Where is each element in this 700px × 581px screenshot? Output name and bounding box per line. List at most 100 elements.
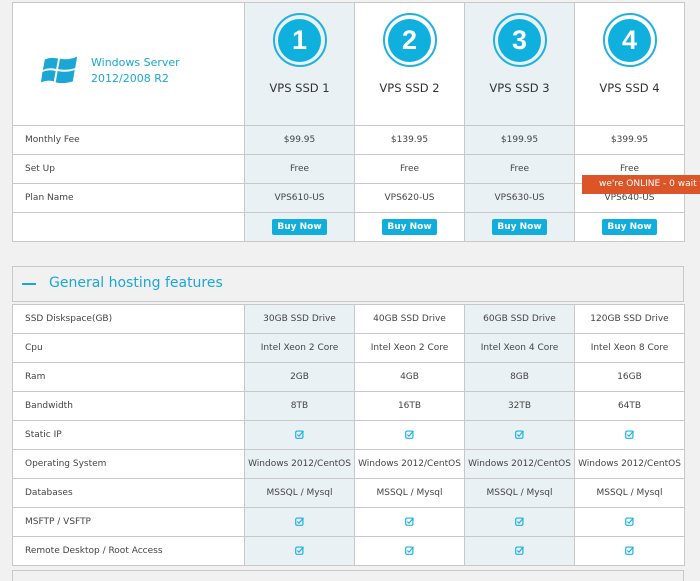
- plan-title: VPS SSD 4: [599, 81, 660, 95]
- checkbox-checked-icon: [515, 517, 524, 526]
- feature-value: 4GB: [354, 362, 465, 392]
- buy-now-button-2[interactable]: Buy Now: [382, 219, 437, 235]
- feature-value: [574, 507, 685, 537]
- feature-label: Operating System: [12, 449, 245, 479]
- feature-value: MSSQL / Mysql: [354, 478, 465, 508]
- buy-row: Buy Now Buy Now Buy Now Buy Now: [12, 212, 685, 242]
- feature-value: 60GB SSD Drive: [464, 304, 575, 334]
- feature-value: 32TB: [464, 391, 575, 421]
- price-cell: $99.95: [244, 125, 355, 155]
- feature-value: [464, 420, 575, 450]
- feature-label: Bandwidth: [12, 391, 245, 421]
- feature-value: MSSQL / Mysql: [464, 478, 575, 508]
- os-cell: Windows Server 2012/2008 R2: [12, 2, 245, 126]
- row-label: Monthly Fee: [12, 125, 245, 155]
- empty-cell: [12, 212, 245, 242]
- plan-number-badge: 1: [272, 13, 327, 67]
- feature-value: Windows 2012/CentOS: [464, 449, 575, 479]
- feature-row: Operating System Windows 2012/CentOS Windo…: [12, 449, 685, 479]
- feature-value: Windows 2012/CentOS: [574, 449, 685, 479]
- feature-label: Cpu: [12, 333, 245, 363]
- feature-row: Remote Desktop / Root Access: [12, 536, 685, 566]
- features-table: SSD Diskspace(GB) 30GB SSD Drive 40GB SSD …: [12, 304, 685, 566]
- pricing-table: Windows Server 2012/2008 R2 1 VPS SSD 1 …: [12, 2, 685, 242]
- section-title: General hosting features: [49, 275, 223, 291]
- feature-value: [354, 536, 465, 566]
- feature-label: Databases: [12, 478, 245, 508]
- feature-value: 120GB SSD Drive: [574, 304, 685, 334]
- feature-value: Windows 2012/CentOS: [354, 449, 465, 479]
- feature-value: 2GB: [244, 362, 355, 392]
- feature-value: [244, 420, 355, 450]
- feature-value: 30GB SSD Drive: [244, 304, 355, 334]
- feature-label: Remote Desktop / Root Access: [12, 536, 245, 566]
- section-header-general-features[interactable]: General hosting features: [12, 266, 684, 302]
- feature-value: [354, 420, 465, 450]
- feature-value: Intel Xeon 8 Core: [574, 333, 685, 363]
- checkbox-checked-icon: [515, 546, 524, 555]
- buy-cell: Buy Now: [244, 212, 355, 242]
- buy-cell: Buy Now: [464, 212, 575, 242]
- plan-number: 2: [388, 18, 431, 62]
- plan-title: VPS SSD 3: [489, 81, 550, 95]
- feature-value: 16GB: [574, 362, 685, 392]
- feature-label: MSFTP / VSFTP: [12, 507, 245, 537]
- feature-row: Bandwidth 8TB 16TB 32TB 64TB: [12, 391, 685, 421]
- buy-now-button-3[interactable]: Buy Now: [492, 219, 547, 235]
- feature-row: Cpu Intel Xeon 2 Core Intel Xeon 2 Core Int…: [12, 333, 685, 363]
- feature-value: [244, 536, 355, 566]
- plan-header-3: 3 VPS SSD 3: [464, 2, 575, 126]
- plan-header-4: 4 VPS SSD 4: [574, 2, 685, 126]
- buy-now-button-4[interactable]: Buy Now: [602, 219, 657, 235]
- plan-header-2: 2 VPS SSD 2: [354, 2, 465, 126]
- windows-logo-icon: [41, 56, 78, 84]
- feature-value: MSSQL / Mysql: [244, 478, 355, 508]
- checkbox-checked-icon: [515, 430, 524, 439]
- plan-title: VPS SSD 1: [269, 81, 330, 95]
- feature-label: SSD Diskspace(GB): [12, 304, 245, 334]
- feature-value: Intel Xeon 4 Core: [464, 333, 575, 363]
- price-cell: $139.95: [354, 125, 465, 155]
- plan-number: 1: [278, 18, 321, 62]
- checkbox-checked-icon: [295, 430, 304, 439]
- feature-value: MSSQL / Mysql: [574, 478, 685, 508]
- checkbox-checked-icon: [295, 546, 304, 555]
- row-label: Set Up: [12, 154, 245, 184]
- feature-value: [574, 420, 685, 450]
- feature-value: Intel Xeon 2 Core: [244, 333, 355, 363]
- os-name-line2: 2012/2008 R2: [91, 72, 169, 85]
- feature-value: 8TB: [244, 391, 355, 421]
- feature-row: SSD Diskspace(GB) 30GB SSD Drive 40GB SSD …: [12, 304, 685, 334]
- feature-label: Ram: [12, 362, 245, 392]
- feature-value: 16TB: [354, 391, 465, 421]
- feature-value: 8GB: [464, 362, 575, 392]
- setup-cell: Free: [464, 154, 575, 184]
- feature-value: [354, 507, 465, 537]
- feature-value: 40GB SSD Drive: [354, 304, 465, 334]
- buy-cell: Buy Now: [574, 212, 685, 242]
- checkbox-checked-icon: [625, 430, 634, 439]
- os-name: Windows Server 2012/2008 R2: [91, 55, 180, 87]
- setup-cell: Free: [244, 154, 355, 184]
- os-name-line1: Windows Server: [91, 56, 180, 69]
- buy-now-button-1[interactable]: Buy Now: [272, 219, 327, 235]
- checkbox-checked-icon: [405, 430, 414, 439]
- plan-name-cell: VPS610-US: [244, 183, 355, 213]
- live-chat-tab[interactable]: we're ONLINE - 0 wait time: [582, 175, 700, 194]
- minus-icon[interactable]: [22, 283, 36, 285]
- feature-row: MSFTP / VSFTP: [12, 507, 685, 537]
- plan-number-badge: 4: [602, 13, 657, 67]
- feature-value: [464, 536, 575, 566]
- plan-header-1: 1 VPS SSD 1: [244, 2, 355, 126]
- feature-value: Windows 2012/CentOS: [244, 449, 355, 479]
- setup-cell: Free: [354, 154, 465, 184]
- feature-row: Ram 2GB 4GB 8GB 16GB: [12, 362, 685, 392]
- feature-value: 64TB: [574, 391, 685, 421]
- price-cell: $199.95: [464, 125, 575, 155]
- plan-number-badge: 3: [492, 13, 547, 67]
- price-cell: $399.95: [574, 125, 685, 155]
- plan-title: VPS SSD 2: [379, 81, 440, 95]
- checkbox-checked-icon: [625, 517, 634, 526]
- feature-label: Static IP: [12, 420, 245, 450]
- plan-number: 3: [498, 18, 541, 62]
